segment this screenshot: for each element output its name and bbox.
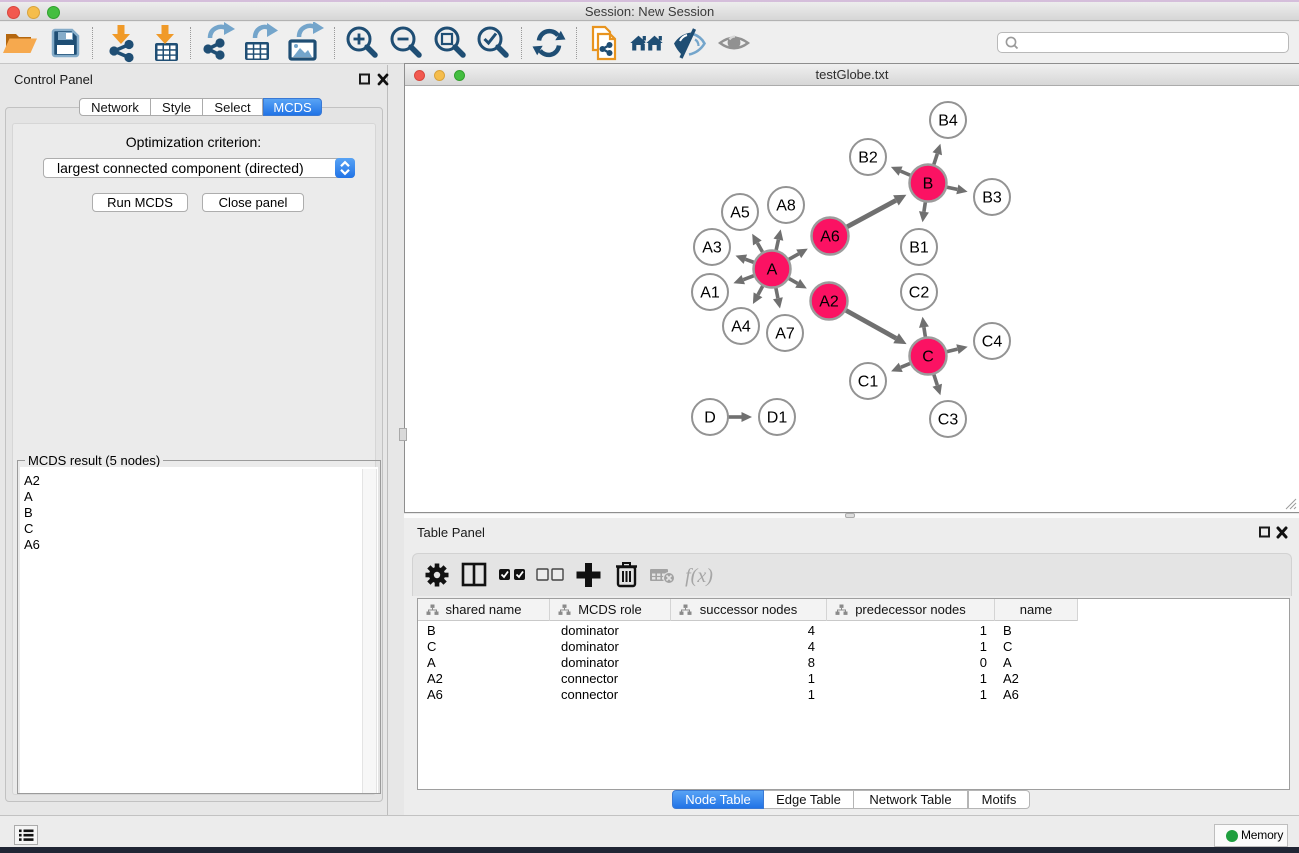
svg-text:A6: A6 (820, 229, 840, 246)
svg-text:C: C (922, 349, 934, 366)
svg-text:C2: C2 (909, 285, 930, 302)
svg-text:B3: B3 (982, 190, 1002, 207)
svg-text:B2: B2 (858, 150, 878, 167)
svg-text:A8: A8 (776, 198, 796, 215)
svg-text:A: A (767, 262, 778, 279)
svg-text:A7: A7 (775, 326, 795, 343)
svg-text:D1: D1 (767, 410, 788, 427)
svg-text:A1: A1 (700, 285, 720, 302)
svg-text:C1: C1 (858, 374, 879, 391)
svg-text:B1: B1 (909, 240, 929, 257)
svg-text:C4: C4 (982, 334, 1003, 351)
svg-text:A5: A5 (730, 205, 750, 222)
svg-text:C3: C3 (938, 412, 959, 429)
svg-text:A2: A2 (819, 294, 839, 311)
svg-text:B: B (923, 176, 934, 193)
svg-text:D: D (704, 410, 716, 427)
svg-text:A4: A4 (731, 319, 751, 336)
svg-text:A3: A3 (702, 240, 722, 257)
svg-text:B4: B4 (938, 113, 958, 130)
svg-text:f(x): f(x) (685, 565, 713, 587)
